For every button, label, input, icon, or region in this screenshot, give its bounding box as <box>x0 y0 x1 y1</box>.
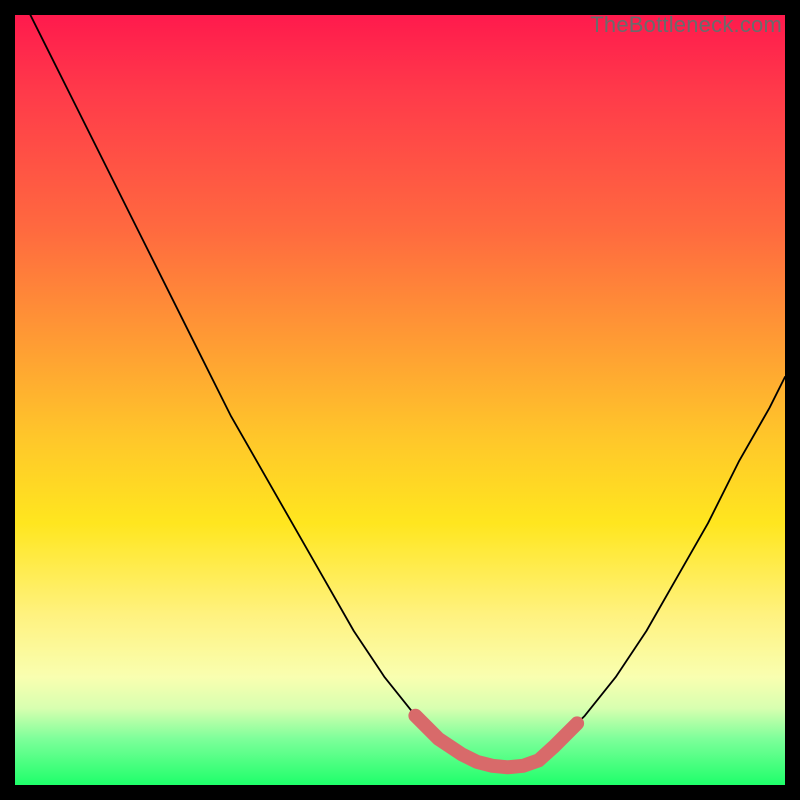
plot-area <box>15 15 785 785</box>
chart-frame: TheBottleneck.com <box>0 0 800 800</box>
attribution-text: TheBottleneck.com <box>590 12 782 38</box>
